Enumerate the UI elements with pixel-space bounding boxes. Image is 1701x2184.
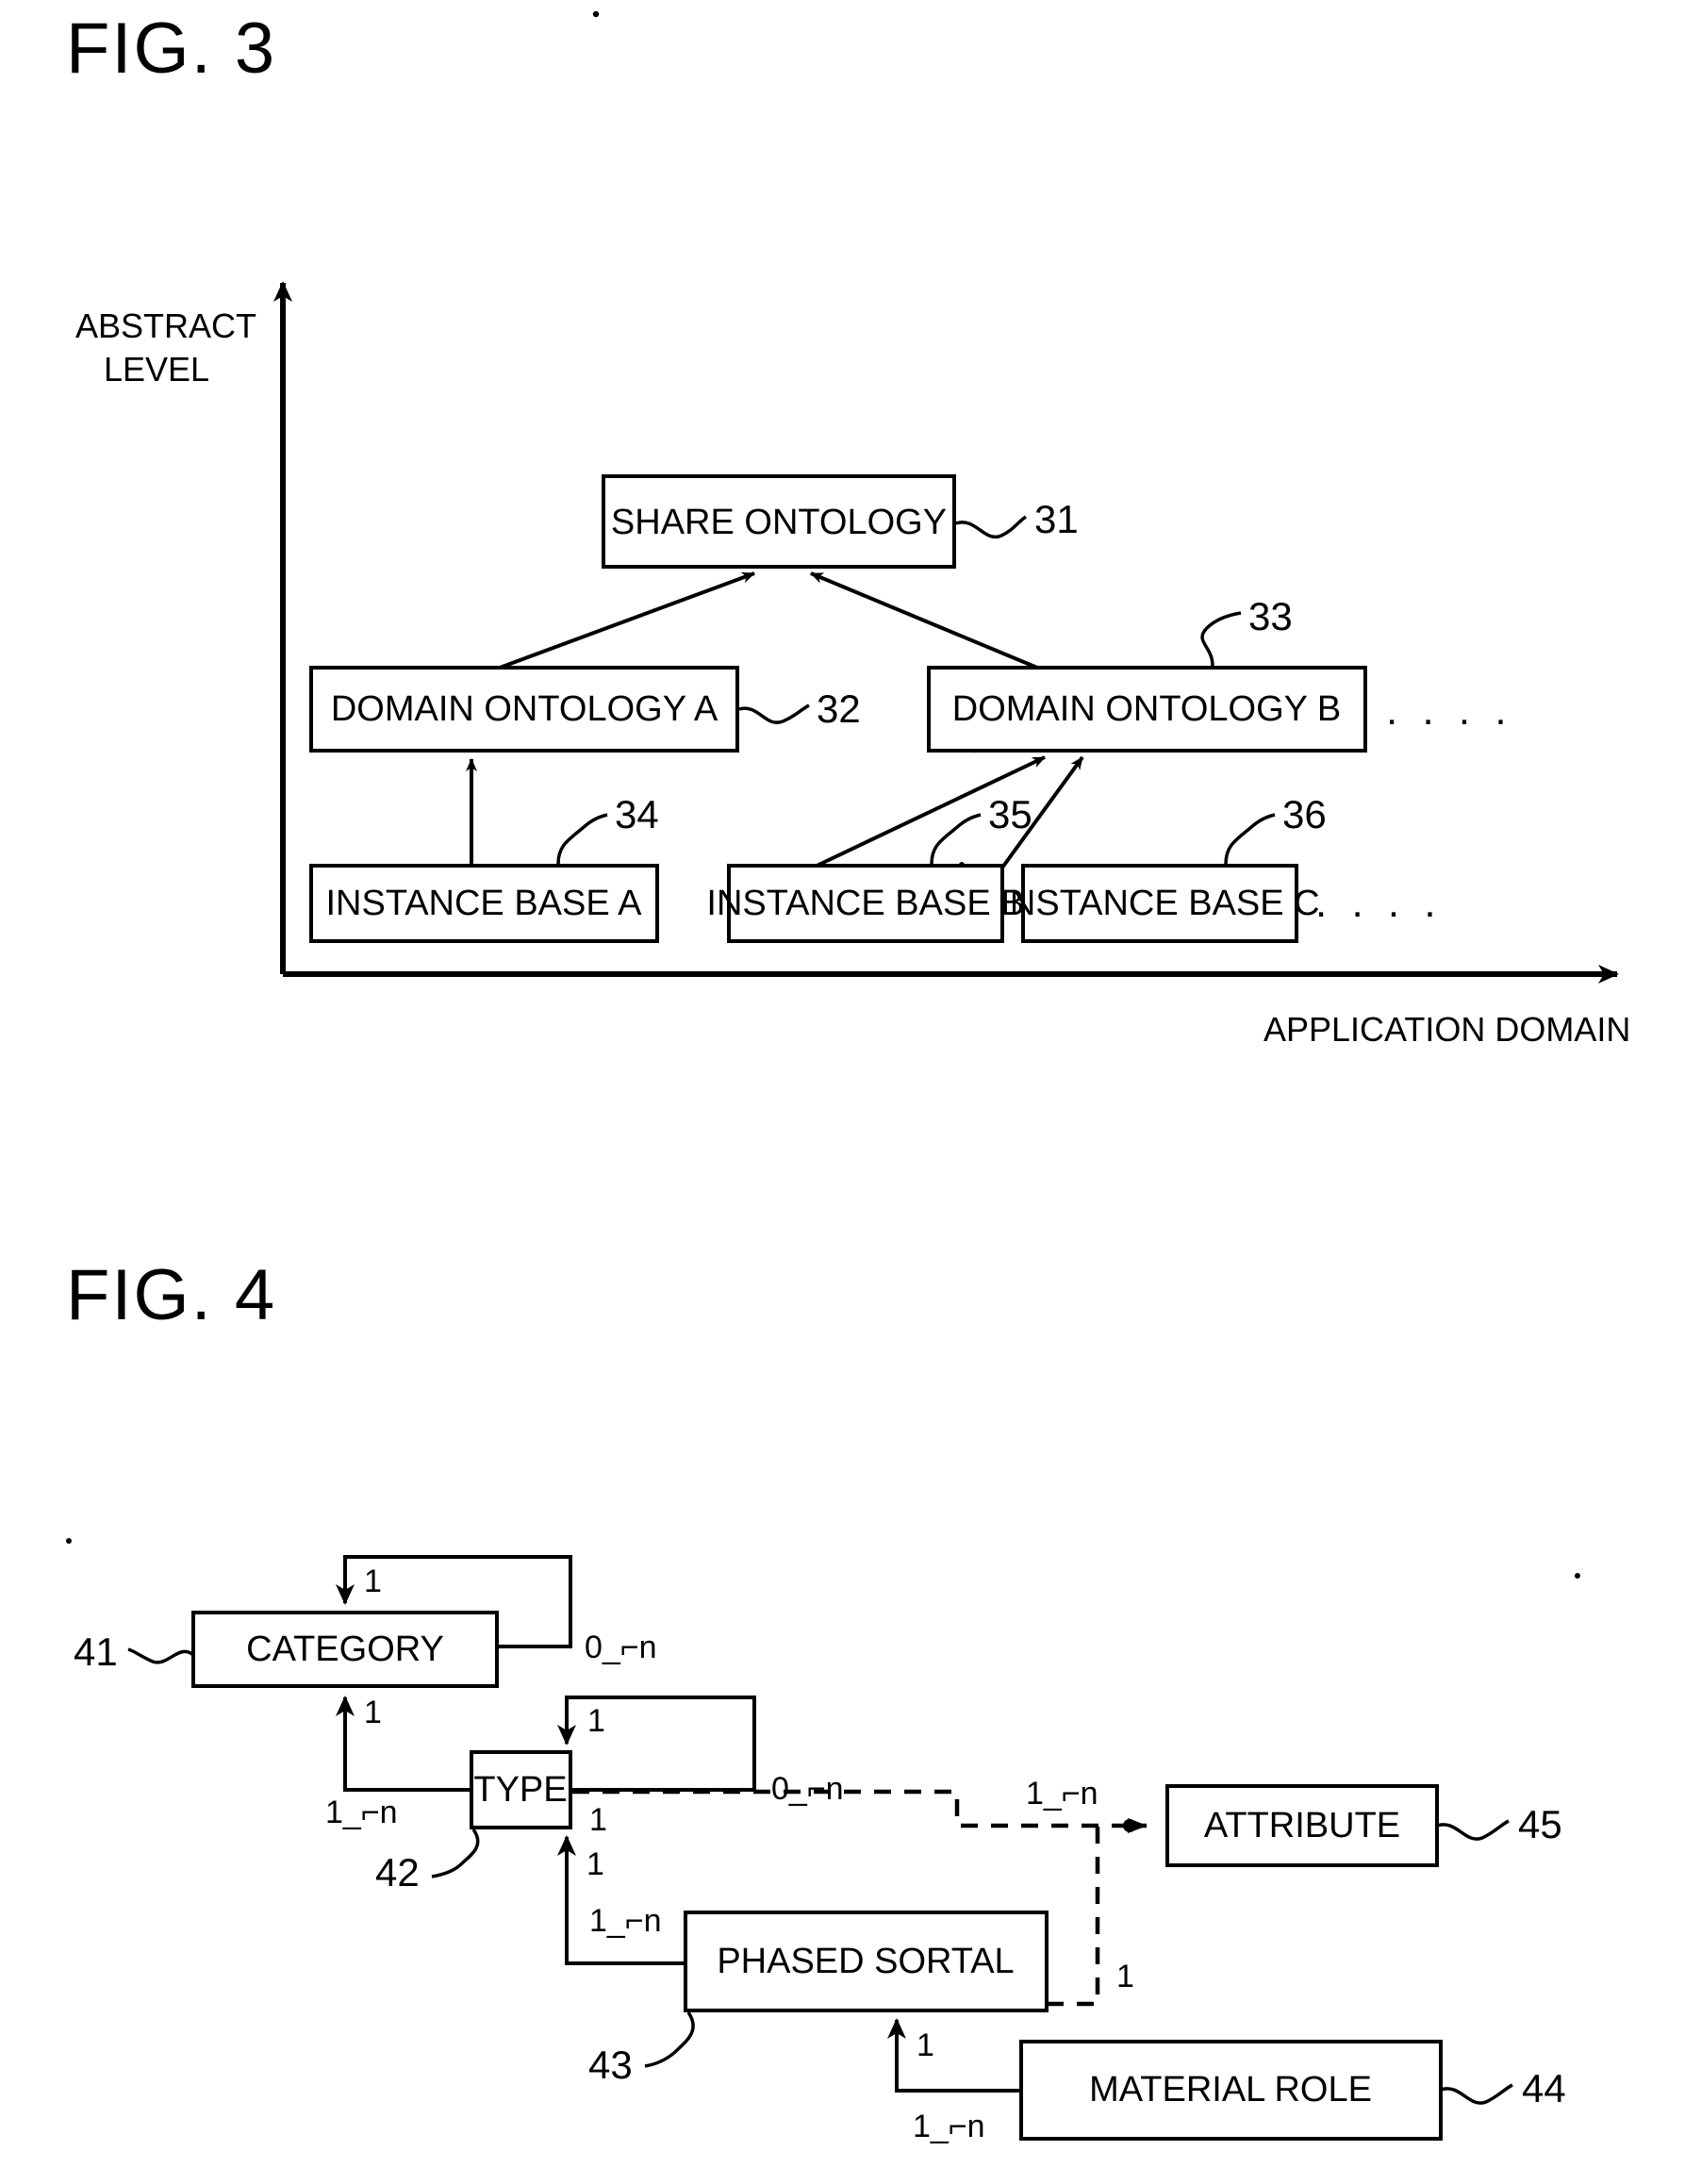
figure-3-diagram: ABSTRACT LEVEL APPLICATION DOMAIN SHARE … [75, 281, 1630, 1049]
reference-numeral-36: 36 [1282, 792, 1327, 836]
cardinality-category-self-many: 0_⌐n [585, 1630, 657, 1665]
y-axis-label-line1: ABSTRACT [75, 306, 256, 345]
node-material-role[interactable]: MATERIAL ROLE [1019, 2040, 1443, 2141]
leader-line-34 [556, 813, 608, 865]
cardinality-category-self-one: 1 [364, 1564, 382, 1599]
cardinality-role-to-sortal-many: 1_⌐n [913, 2109, 985, 2144]
cardinality-type-attribute-one: 1 [589, 1802, 607, 1838]
cardinality-type-self-many: 0_⌐n [771, 1771, 844, 1807]
cardinality-type-self-one: 1 [587, 1703, 605, 1739]
scan-speck [66, 1538, 72, 1544]
leader-line-41 [127, 1647, 195, 1664]
reference-numeral-34: 34 [615, 792, 659, 836]
edge-domain-a-to-share [499, 571, 755, 670]
node-category-label: CATEGORY [246, 1630, 444, 1669]
node-share-ontology-label: SHARE ONTOLOGY [611, 503, 947, 542]
node-type-label: TYPE [473, 1770, 567, 1810]
node-phased-sortal[interactable]: PHASED SORTAL [684, 1911, 1049, 2012]
ellipsis-instance-row: . . . . [1315, 880, 1443, 926]
leader-line-42 [431, 1828, 480, 1878]
x-axis-label: APPLICATION DOMAIN [1263, 1010, 1630, 1049]
cardinality-sortal-to-type-many: 1_⌐n [589, 1903, 662, 1939]
leader-line-45 [1436, 1819, 1510, 1841]
node-instance-base-b-label: INSTANCE BASE B [706, 884, 1024, 923]
node-domain-ontology-b[interactable]: DOMAIN ONTOLOGY B [927, 666, 1367, 753]
cardinality-sortal-from-role-one: 1 [917, 2027, 934, 2063]
edge-domain-b-to-share [810, 571, 1038, 670]
drawing-canvas: ABSTRACT LEVEL APPLICATION DOMAIN SHARE … [66, 10, 1630, 2144]
leader-line-36 [1224, 813, 1276, 865]
edge-sortal-to-attribute [1047, 1826, 1100, 2007]
reference-numeral-31: 31 [1034, 497, 1079, 541]
figure-4-diagram: 1 0_⌐n CATEGORY 41 1 1_⌐n 1 0_⌐n TYPE 42… [74, 1555, 1566, 2144]
node-instance-base-b[interactable]: INSTANCE BASE B [706, 864, 1025, 943]
node-instance-base-c-label: INSTANCE BASE C [999, 884, 1319, 923]
node-attribute[interactable]: ATTRIBUTE [1165, 1784, 1439, 1867]
node-domain-ontology-b-label: DOMAIN ONTOLOGY B [952, 689, 1341, 729]
scan-speck [592, 10, 600, 18]
y-axis-label-line2: LEVEL [104, 350, 209, 389]
reference-numeral-41: 41 [74, 1630, 118, 1674]
node-attribute-label: ATTRIBUTE [1204, 1806, 1400, 1845]
node-domain-ontology-a-label: DOMAIN ONTOLOGY A [331, 689, 718, 729]
cardinality-sortal-attribute-one: 1 [1116, 1959, 1134, 1994]
node-type[interactable]: TYPE [470, 1750, 572, 1829]
leader-line-43 [644, 2010, 695, 2068]
ellipsis-domain-row: . . . . [1386, 687, 1513, 734]
patent-drawing-page: FIG. 3 FIG. 4 ABSTRACT LEVEL APPLICATION… [0, 0, 1701, 2184]
reference-numeral-35: 35 [988, 792, 1032, 836]
node-domain-ontology-a[interactable]: DOMAIN ONTOLOGY A [309, 666, 739, 753]
edge-sortal-to-type [557, 1835, 685, 1965]
reference-numeral-33: 33 [1248, 594, 1293, 638]
node-category[interactable]: CATEGORY [191, 1611, 499, 1688]
reference-numeral-42: 42 [375, 1850, 420, 1894]
cardinality-type-to-category-many: 1_⌐n [325, 1795, 398, 1830]
node-instance-base-a[interactable]: INSTANCE BASE A [309, 864, 659, 943]
reference-numeral-32: 32 [817, 687, 861, 731]
edge-role-to-sortal [887, 2018, 1021, 2093]
leader-line-32 [738, 703, 810, 724]
cardinality-type-from-sortal-one: 1 [586, 1846, 604, 1882]
leader-line-33 [1200, 611, 1242, 667]
leader-line-44 [1440, 2083, 1513, 2105]
reference-numeral-45: 45 [1518, 1802, 1562, 1846]
node-material-role-label: MATERIAL ROLE [1089, 2070, 1372, 2110]
node-instance-base-c[interactable]: INSTANCE BASE C [999, 864, 1320, 943]
reference-numeral-44: 44 [1522, 2066, 1566, 2110]
node-phased-sortal-label: PHASED SORTAL [717, 1942, 1014, 1981]
leader-line-35 [930, 813, 982, 865]
leader-line-31 [955, 515, 1027, 539]
reference-numeral-43: 43 [588, 2043, 633, 2087]
cardinality-category-from-type-one: 1 [364, 1695, 382, 1730]
scan-speck [1575, 1573, 1580, 1579]
node-instance-base-a-label: INSTANCE BASE A [325, 884, 642, 923]
node-share-ontology[interactable]: SHARE ONTOLOGY [602, 474, 956, 569]
cardinality-attribute-many: 1_⌐n [1026, 1776, 1098, 1812]
